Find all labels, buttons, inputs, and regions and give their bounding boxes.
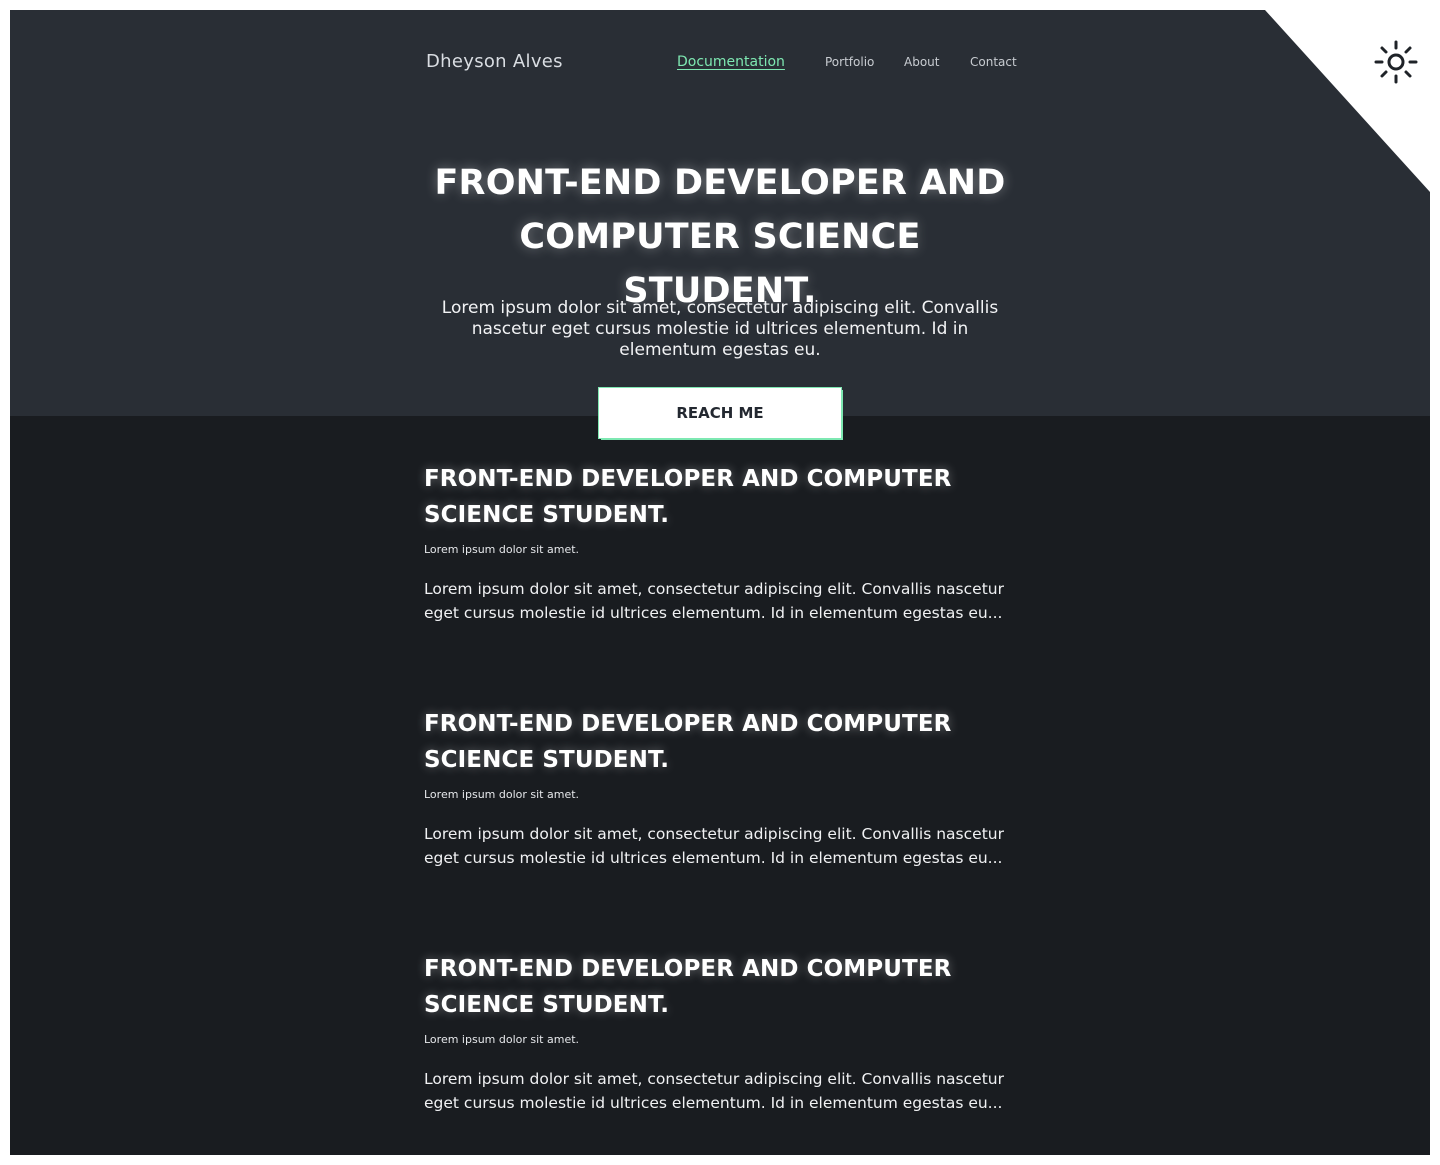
page-frame: Dheyson Alves Documentation Portfolio Ab…	[10, 10, 1430, 1155]
article-title[interactable]: FRONT-END DEVELOPER AND COMPUTER SCIENCE…	[424, 706, 1024, 778]
article-item: FRONT-END DEVELOPER AND COMPUTER SCIENCE…	[424, 706, 1024, 870]
brand-name[interactable]: Dheyson Alves	[426, 51, 563, 72]
article-subtitle: Lorem ipsum dolor sit amet.	[424, 1033, 580, 1046]
article-body: Lorem ipsum dolor sit amet, consectetur …	[424, 825, 1004, 867]
nav-about[interactable]: About	[904, 55, 939, 69]
article-subtitle: Lorem ipsum dolor sit amet.	[424, 543, 580, 556]
article-subtitle: Lorem ipsum dolor sit amet.	[424, 788, 580, 801]
article-item: FRONT-END DEVELOPER AND COMPUTER SCIENCE…	[424, 951, 1024, 1115]
reach-me-button[interactable]: REACH ME	[598, 387, 842, 439]
article-title[interactable]: FRONT-END DEVELOPER AND COMPUTER SCIENCE…	[424, 951, 1024, 1023]
nav-documentation[interactable]: Documentation	[677, 54, 785, 70]
theme-toggle-button[interactable]	[1374, 40, 1418, 84]
hero-description: Lorem ipsum dolor sit amet, consectetur …	[441, 298, 999, 360]
article-title[interactable]: FRONT-END DEVELOPER AND COMPUTER SCIENCE…	[424, 461, 1024, 533]
article-body: Lorem ipsum dolor sit amet, consectetur …	[424, 1070, 1004, 1112]
nav-contact[interactable]: Contact	[970, 55, 1017, 69]
article-body: Lorem ipsum dolor sit amet, consectetur …	[424, 580, 1004, 622]
article-item: FRONT-END DEVELOPER AND COMPUTER SCIENCE…	[424, 461, 1024, 625]
sun-icon	[1374, 40, 1418, 84]
hero-title: FRONT-END DEVELOPER AND COMPUTER SCIENCE…	[434, 163, 1006, 311]
nav-portfolio[interactable]: Portfolio	[825, 55, 874, 69]
